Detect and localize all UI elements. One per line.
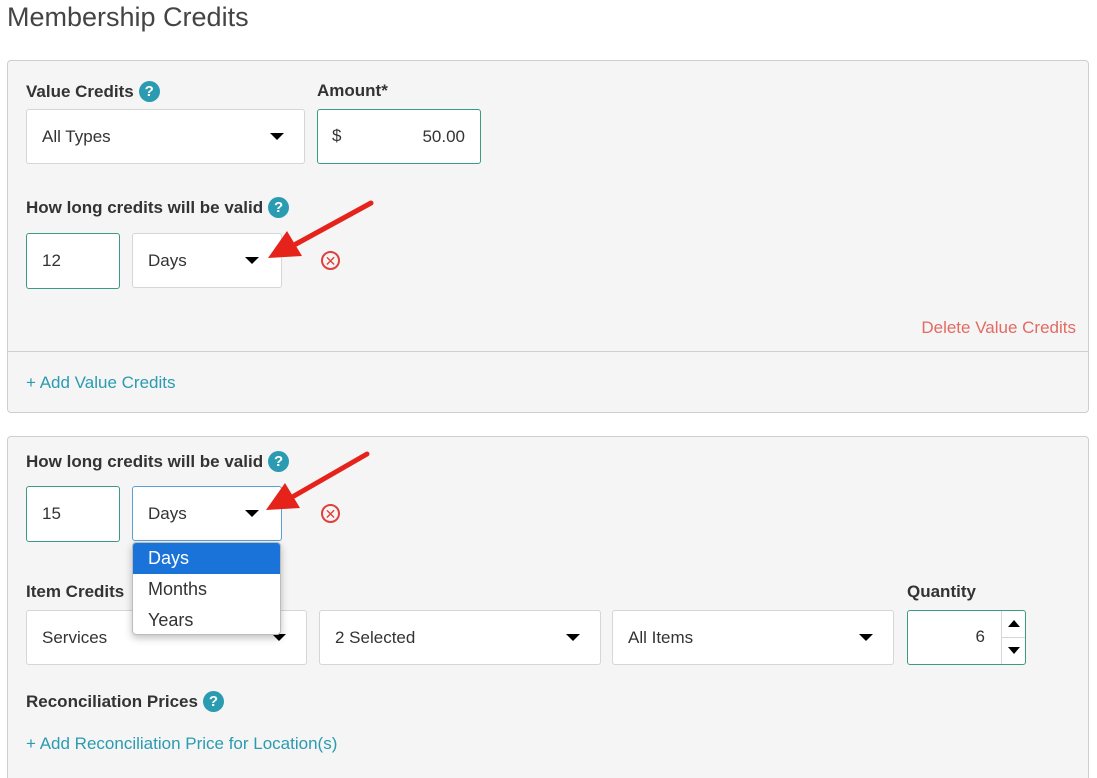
- caret-down-icon: [270, 133, 284, 140]
- value-credits-type-value: All Types: [42, 126, 111, 146]
- item-selection-select[interactable]: 2 Selected: [319, 610, 601, 665]
- dropdown-option-months[interactable]: Months: [133, 574, 280, 605]
- value-credits-heading: Value Credits ?: [26, 81, 160, 102]
- value-credits-panel: Value Credits ? Amount* All Types $ 50.0…: [7, 60, 1089, 413]
- add-reconciliation-price-link[interactable]: + Add Reconciliation Price for Location(…: [26, 734, 337, 754]
- amount-value: 50.00: [422, 127, 465, 146]
- quantity-input[interactable]: 6: [907, 610, 1026, 665]
- x-circle-icon[interactable]: ✕: [321, 251, 340, 270]
- question-circle-icon[interactable]: ?: [202, 691, 224, 712]
- caret-down-icon: [566, 634, 580, 641]
- quantity-value: 6: [975, 627, 985, 646]
- value-credits-type-select[interactable]: All Types: [26, 109, 305, 164]
- currency-symbol: $: [332, 126, 342, 145]
- question-circle-icon[interactable]: ?: [138, 81, 160, 102]
- caret-down-icon: [245, 510, 259, 517]
- dropdown-option-days[interactable]: Days: [133, 543, 280, 574]
- quantity-decrement-button[interactable]: [1002, 638, 1025, 665]
- item-selection-value: 2 Selected: [335, 627, 416, 647]
- question-circle-icon[interactable]: ?: [268, 451, 290, 472]
- delete-value-credits-link[interactable]: Delete Value Credits: [921, 318, 1076, 338]
- dropdown-option-years[interactable]: Years: [133, 605, 280, 634]
- question-circle-icon[interactable]: ?: [268, 197, 290, 218]
- validity-number-value-2: 15: [42, 504, 61, 523]
- caret-down-icon: [1007, 647, 1020, 655]
- page-title: Membership Credits: [7, 2, 249, 32]
- caret-down-icon: [859, 634, 873, 641]
- validity-label-1: How long credits will be valid: [26, 197, 264, 217]
- items-value: All Items: [628, 627, 694, 647]
- validity-label-2: How long credits will be valid: [26, 451, 264, 471]
- caret-down-icon: [245, 257, 259, 264]
- validity-unit-select-1[interactable]: Days: [132, 233, 282, 288]
- validity-number-value-1: 12: [42, 251, 61, 270]
- reconciliation-label: Reconciliation Prices: [26, 691, 198, 711]
- validity-number-input-1[interactable]: 12: [26, 233, 120, 289]
- amount-input[interactable]: $ 50.00: [317, 109, 481, 164]
- items-select[interactable]: All Items: [612, 610, 894, 665]
- validity-number-input-2[interactable]: 15: [26, 486, 120, 542]
- quantity-spinner: [1001, 611, 1025, 664]
- validity-unit-select-2[interactable]: Days: [132, 486, 282, 541]
- validity-unit-dropdown-menu: Days Months Years: [132, 542, 281, 635]
- validity-unit-value-1: Days: [148, 250, 187, 270]
- panel-divider: [8, 351, 1088, 352]
- amount-label: Amount*: [317, 81, 388, 100]
- reconciliation-heading: Reconciliation Prices ?: [26, 691, 224, 712]
- item-credits-label: Item Credits: [26, 582, 125, 601]
- validity-heading-1: How long credits will be valid ?: [26, 197, 290, 218]
- quantity-label: Quantity: [907, 582, 976, 601]
- x-circle-icon[interactable]: ✕: [321, 504, 340, 523]
- quantity-increment-button[interactable]: [1002, 611, 1025, 638]
- caret-up-icon: [1007, 620, 1020, 628]
- value-credits-label: Value Credits: [26, 81, 134, 101]
- add-value-credits-link[interactable]: + Add Value Credits: [26, 373, 175, 393]
- validity-unit-value-2: Days: [148, 503, 187, 523]
- caret-down-icon: [272, 634, 286, 641]
- validity-heading-2: How long credits will be valid ?: [26, 451, 290, 472]
